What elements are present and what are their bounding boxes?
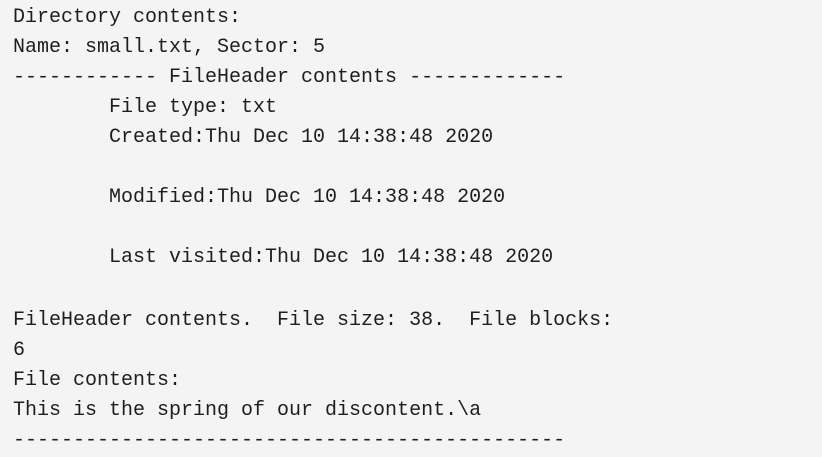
modified-date: Modified:Thu Dec 10 14:38:48 2020 bbox=[13, 186, 506, 209]
file-contents-text: This is the spring of our discontent.\a bbox=[13, 399, 482, 422]
file-name-sector: Name: small.txt, Sector: 5 bbox=[13, 36, 326, 59]
file-blocks-value: 6 bbox=[13, 339, 26, 362]
file-size-blocks: FileHeader contents. File size: 38. File… bbox=[13, 309, 614, 332]
closing-separator: ----------------------------------------… bbox=[13, 429, 566, 452]
console-output: Directory contents: Name: small.txt, Sec… bbox=[0, 0, 822, 456]
created-date: Created:Thu Dec 10 14:38:48 2020 bbox=[13, 126, 494, 149]
directory-heading: Directory contents: bbox=[13, 6, 242, 29]
file-type: File type: txt bbox=[13, 96, 278, 119]
last-visited-date: Last visited:Thu Dec 10 14:38:48 2020 bbox=[13, 246, 554, 269]
file-contents-heading: File contents: bbox=[13, 369, 182, 392]
fileheader-separator: ------------ FileHeader contents -------… bbox=[13, 66, 566, 89]
